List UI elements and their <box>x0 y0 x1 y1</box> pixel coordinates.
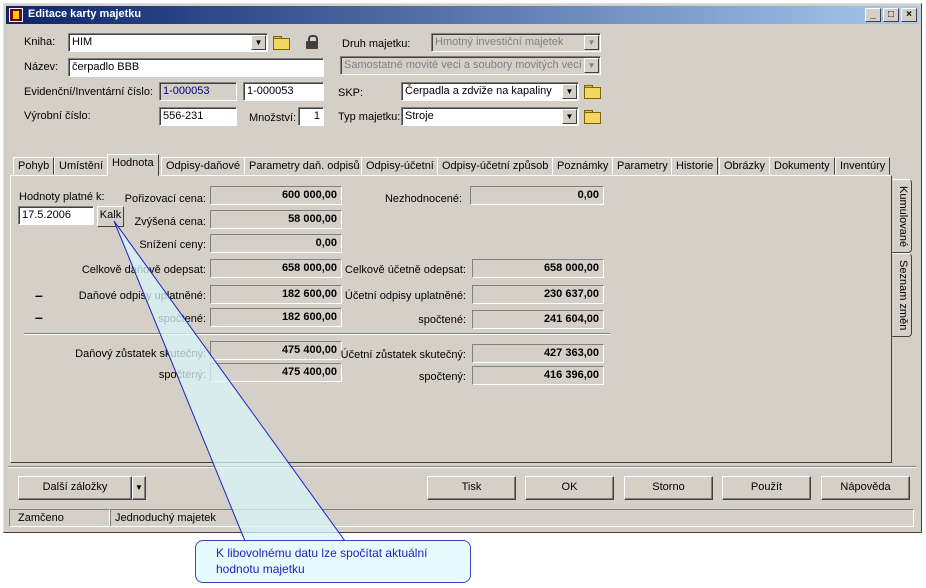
maximize-button[interactable]: □ <box>883 8 899 22</box>
dalsi-zalozky-button[interactable]: Další záložky <box>18 476 132 500</box>
tab-parametry-dan-odpisu[interactable]: Parametry daň. odpisů <box>244 157 365 175</box>
lock-icon[interactable] <box>306 35 318 49</box>
tab-umisteni[interactable]: Umístění <box>54 157 109 175</box>
zvysena-value: 58 000,00 <box>210 210 342 229</box>
chevron-down-icon[interactable]: ▼ <box>562 109 577 124</box>
evidencni-input[interactable]: 1-000053 <box>159 82 237 101</box>
dan-zustatek-label: Daňový zůstatek skutečný: <box>75 348 206 360</box>
celk-ucetne-value: 658 000,00 <box>472 259 604 278</box>
evidencni-label: Evidenční/Inventární číslo: <box>24 86 154 98</box>
snizeni-label: Snížení ceny: <box>139 239 206 251</box>
minus-sign: – <box>35 309 43 325</box>
celk-danove-value: 658 000,00 <box>210 259 342 278</box>
pouzit-button[interactable]: Použít <box>722 476 811 500</box>
tab-poznamky[interactable]: Poznámky <box>552 157 614 175</box>
typ-select[interactable]: Stroje ▼ <box>401 107 579 126</box>
tisk-button[interactable]: Tisk <box>427 476 516 500</box>
app-icon <box>9 8 23 22</box>
uc-uplatnene-value: 230 637,00 <box>472 285 604 304</box>
dan-spoctene-value: 182 600,00 <box>210 308 342 327</box>
skp-label: SKP: <box>338 87 364 99</box>
vyrobni-input[interactable]: 556-231 <box>159 107 237 126</box>
chevron-down-icon[interactable]: ▼ <box>132 476 146 500</box>
folder-icon[interactable] <box>583 108 601 124</box>
tab-obrazky[interactable]: Obrázky <box>719 157 770 175</box>
druh-value: Hmotný investiční majetek <box>435 36 564 48</box>
uc-spoctene-label: spočtené: <box>418 314 466 326</box>
dan-uplatnene-value: 182 600,00 <box>210 285 342 304</box>
tab-historie[interactable]: Historie <box>671 157 719 175</box>
porizovaci-value: 600 000,00 <box>210 186 342 205</box>
dan-uplatnene-label: Daňové odpisy uplatněné: <box>78 290 206 302</box>
snizeni-value: 0,00 <box>210 234 342 253</box>
mnozstvi-input[interactable]: 1 <box>298 107 324 126</box>
status-type: Jednoduchý majetek <box>110 509 914 527</box>
minimize-button[interactable]: _ <box>865 8 881 22</box>
uc-spoctene-value: 241 604,00 <box>472 310 604 329</box>
tab-pohyb[interactable]: Pohyb <box>13 157 55 175</box>
chevron-down-icon[interactable]: ▼ <box>251 35 266 50</box>
uc-uplatnene-label: Účetní odpisy uplatněné: <box>344 290 466 302</box>
tab-odpisy-danove[interactable]: Odpisy-daňové <box>161 157 245 175</box>
separator <box>8 466 916 468</box>
mnozstvi-label: Množství: <box>249 112 297 124</box>
close-button[interactable]: × <box>901 8 917 22</box>
nazev-input[interactable]: čerpadlo BBB <box>68 58 324 77</box>
inventarni-input[interactable]: 1-000053 <box>243 82 324 101</box>
napoveda-button[interactable]: Nápověda <box>821 476 910 500</box>
folder-icon[interactable] <box>272 34 290 50</box>
uc-zustatek-label: Účetní zůstatek skutečný: <box>340 349 466 361</box>
celk-danove-label: Celkově daňově odepsat: <box>81 264 206 276</box>
druh-label: Druh majetku: <box>342 38 411 50</box>
chevron-down-icon[interactable]: ▼ <box>562 84 577 99</box>
kniha-value: HIM <box>72 36 93 48</box>
dan-zustatek-value: 475 400,00 <box>210 341 342 360</box>
dan-spoctene-label: spočtené: <box>158 313 206 325</box>
skp-value: Čerpadla a zdviže na kapaliny <box>405 85 552 97</box>
tab-inventury[interactable]: Inventúry <box>835 157 891 175</box>
callout-text: K libovolnému datu lze spočítat aktuální… <box>216 546 428 576</box>
separator <box>24 333 610 335</box>
vtab-kumulovane[interactable]: Kumulované <box>892 179 912 253</box>
druh-select[interactable]: Hmotný investiční majetek ▼ <box>431 33 601 52</box>
tab-hodnota[interactable]: Hodnota <box>107 154 159 176</box>
uc-zustatek-value: 427 363,00 <box>472 344 604 363</box>
chevron-down-icon[interactable]: ▼ <box>584 58 599 73</box>
uc-zust-spocteny-value: 416 396,00 <box>472 366 604 385</box>
zvysena-label: Zvýšená cena: <box>134 216 206 228</box>
nezhodnocene-label: Nezhodnocené: <box>384 193 462 205</box>
nezhodnocene-value: 0,00 <box>470 186 604 205</box>
ok-button[interactable]: OK <box>525 476 614 500</box>
tab-odpisy-ucetni-zpusob[interactable]: Odpisy-účetní způsob <box>437 157 554 175</box>
porizovaci-label: Pořizovací cena: <box>124 193 206 205</box>
vtab-seznam-zmen-label: Seznam změn <box>897 260 909 331</box>
vtab-seznam-zmen[interactable]: Seznam změn <box>892 253 912 337</box>
nazev-label: Název: <box>24 61 59 73</box>
callout-tooltip: K libovolnému datu lze spočítat aktuální… <box>195 540 471 583</box>
kniha-label: Kniha: <box>24 36 56 48</box>
druh-sub-select[interactable]: Samostatné movité veci a soubory movitýc… <box>340 56 601 75</box>
chevron-down-icon[interactable]: ▼ <box>584 35 599 50</box>
vyrobni-label: Výrobní číslo: <box>24 110 91 122</box>
celk-ucetne-label: Celkově účetně odepsat: <box>344 264 466 276</box>
druh-sub-value: Samostatné movité veci a soubory movitýc… <box>344 59 582 71</box>
storno-button[interactable]: Storno <box>624 476 713 500</box>
typ-label: Typ majetku: <box>338 111 401 123</box>
date-label: Hodnoty platné k: <box>19 191 105 203</box>
tab-dokumenty[interactable]: Dokumenty <box>769 157 835 175</box>
dan-zust-spocteny-value: 475 400,00 <box>210 363 342 382</box>
folder-icon[interactable] <box>583 83 601 99</box>
title-bar[interactable]: Editace karty majetku _ □ × <box>6 6 919 24</box>
date-input[interactable]: 17.5.2006 <box>18 206 94 225</box>
dan-zust-spocteny-label: spočtený: <box>158 369 206 381</box>
status-lock: Zamčeno <box>9 509 110 527</box>
tab-parametry[interactable]: Parametry <box>612 157 673 175</box>
tab-odpisy-ucetni[interactable]: Odpisy-účetní <box>361 157 439 175</box>
vtab-kumulovane-label: Kumulované <box>897 186 909 248</box>
window-title: Editace karty majetku <box>28 8 142 20</box>
uc-zust-spocteny-label: spočtený: <box>418 371 466 383</box>
typ-value: Stroje <box>405 110 434 122</box>
kniha-select[interactable]: HIM ▼ <box>68 33 268 52</box>
skp-select[interactable]: Čerpadla a zdviže na kapaliny ▼ <box>401 82 579 101</box>
